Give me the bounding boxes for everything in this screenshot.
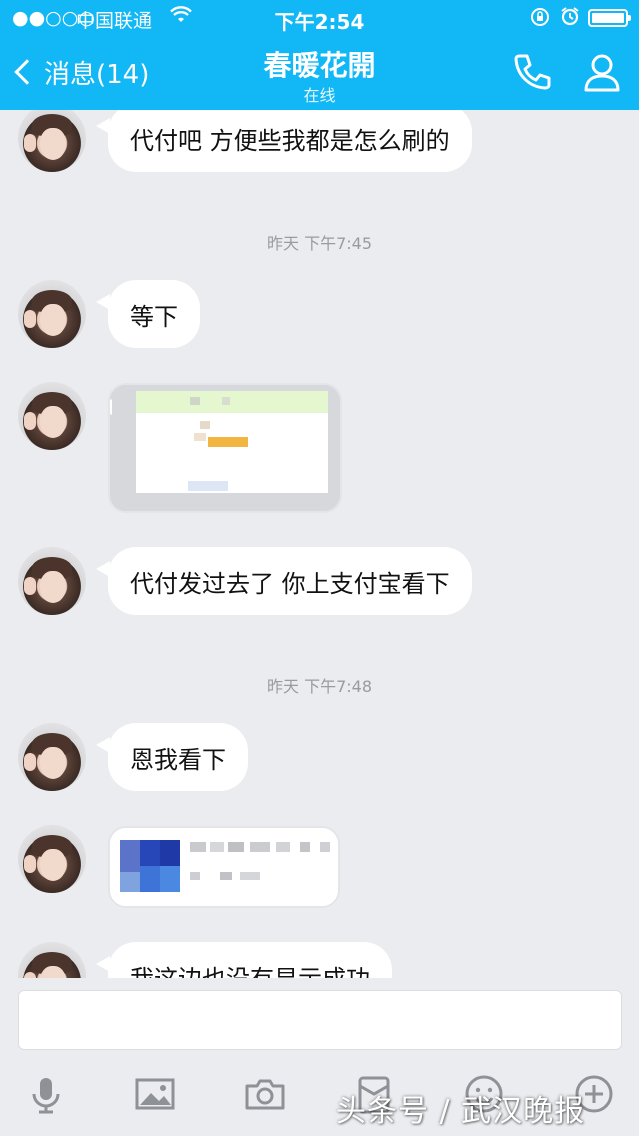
image-icon[interactable] <box>133 1072 177 1116</box>
contact-avatar[interactable] <box>18 825 86 893</box>
blurred-screenshot-image <box>110 385 340 511</box>
phone-icon <box>514 54 551 90</box>
camera-icon[interactable] <box>243 1072 287 1116</box>
timestamp: 昨天 下午7:48 <box>266 677 373 696</box>
alarm-icon <box>560 6 580 31</box>
profile-button[interactable] <box>578 48 626 96</box>
phone-call-button[interactable] <box>508 48 556 96</box>
watermark: 头条号 / 武汉晚报 <box>336 1094 586 1129</box>
message-text: 等下 <box>130 302 178 331</box>
contact-avatar[interactable] <box>18 110 86 172</box>
message-list[interactable]: 代付吧 方便些我都是怎么刷的 昨天 下午7:45 等下 代付发过去了 你上支付宝… <box>0 110 639 978</box>
contact-avatar[interactable] <box>18 382 86 450</box>
contact-avatar[interactable] <box>18 547 86 615</box>
message-text: 恩我看下 <box>130 745 226 774</box>
message-text: 代付吧 方便些我都是怎么刷的 <box>130 126 450 155</box>
timestamp: 昨天 下午7:45 <box>266 234 373 253</box>
message-bubble[interactable]: 代付吧 方便些我都是怎么刷的 <box>96 110 472 172</box>
message-input[interactable] <box>18 990 622 1050</box>
contact-avatar[interactable] <box>18 280 86 348</box>
person-icon <box>584 54 620 92</box>
contact-avatar[interactable] <box>18 942 86 978</box>
message-text: 代付发过去了 你上支付宝看下 <box>130 569 450 598</box>
battery-icon <box>588 9 631 27</box>
chat-header: ●●○○○ 中国联通 下午2:54 消息(14) 春暖花開 在线 <box>0 0 639 110</box>
microphone-icon[interactable] <box>24 1072 68 1116</box>
message-bubble[interactable]: 我这边也没有显示成功 <box>96 942 392 979</box>
image-message[interactable] <box>108 826 340 908</box>
contact-avatar[interactable] <box>18 723 86 791</box>
message-bubble[interactable]: 恩我看下 <box>96 723 248 791</box>
image-message[interactable] <box>108 383 342 513</box>
rotation-lock-icon <box>530 7 550 32</box>
message-bubble[interactable]: 代付发过去了 你上支付宝看下 <box>96 547 472 615</box>
message-bubble[interactable]: 等下 <box>96 280 200 348</box>
status-bar: ●●○○○ 中国联通 下午2:54 <box>0 0 639 36</box>
message-text: 我这边也没有显示成功 <box>130 959 370 979</box>
blurred-payment-image <box>110 828 338 906</box>
